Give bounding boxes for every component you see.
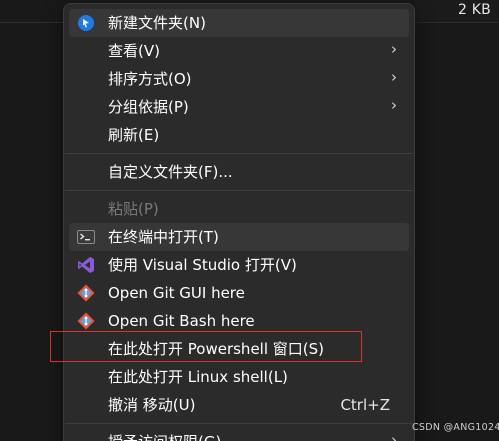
terminal-icon [77, 228, 95, 246]
menu-item-label: Open Git Bash here [108, 312, 255, 330]
menu-item-customize-folder[interactable]: 自定义文件夹(F)... [69, 158, 409, 186]
menu-item-label: 粘贴(P) [108, 200, 159, 218]
annotation-highlight-box [50, 331, 362, 362]
chevron-right-icon: › [391, 68, 397, 86]
chevron-right-icon: › [391, 431, 397, 441]
menu-item-label: Open Git GUI here [108, 284, 245, 302]
new-folder-icon [77, 14, 95, 32]
divider [0, 22, 64, 23]
menu-item-open-linux-shell[interactable]: 在此处打开 Linux shell(L) [69, 363, 409, 391]
menu-item-open-in-terminal[interactable]: 在终端中打开(T) [69, 223, 409, 251]
menu-item-label: 在此处打开 Linux shell(L) [108, 368, 288, 386]
menu-item-label: 分组依据(P) [108, 98, 189, 116]
menu-item-new-folder[interactable]: 新建文件夹(N) [69, 9, 409, 37]
git-icon [77, 312, 95, 330]
desktop-screen: 2 KB 新建文件夹(N) 查看(V) › 排序方式(O) › 分组依据(P) [0, 0, 499, 441]
menu-item-label: 查看(V) [108, 42, 160, 60]
menu-item-label: 刷新(E) [108, 126, 160, 144]
menu-item-undo-move[interactable]: 撤消 移动(U) Ctrl+Z [69, 391, 409, 419]
menu-separator [65, 190, 413, 191]
menu-item-sort-by[interactable]: 排序方式(O) › [69, 65, 409, 93]
shortcut-text: Ctrl+Z [340, 396, 390, 414]
menu-item-label: 授予访问权限(G) [108, 432, 221, 441]
chevron-right-icon: › [391, 40, 397, 58]
file-size: 2 KB [458, 2, 491, 18]
menu-item-open-visual-studio[interactable]: 使用 Visual Studio 打开(V) [69, 251, 409, 279]
menu-item-open-git-gui[interactable]: Open Git GUI here [69, 279, 409, 307]
menu-item-label: 自定义文件夹(F)... [108, 163, 233, 181]
git-icon [77, 284, 95, 302]
menu-item-give-access[interactable]: 授予访问权限(G) › [69, 428, 409, 441]
menu-item-paste: 粘贴(P) [69, 195, 409, 223]
menu-item-group-by[interactable]: 分组依据(P) › [69, 93, 409, 121]
menu-item-label: 排序方式(O) [108, 70, 192, 88]
visual-studio-icon [77, 256, 95, 274]
menu-item-label: 撤消 移动(U) [108, 396, 196, 414]
watermark: CSDN @ANG1024 [412, 422, 499, 433]
menu-separator [65, 153, 413, 154]
chevron-right-icon: › [391, 96, 397, 114]
context-menu: 新建文件夹(N) 查看(V) › 排序方式(O) › 分组依据(P) › 刷新(… [63, 3, 415, 441]
menu-item-refresh[interactable]: 刷新(E) [69, 121, 409, 149]
menu-item-label: 新建文件夹(N) [108, 14, 206, 32]
menu-separator [65, 423, 413, 424]
menu-item-label: 使用 Visual Studio 打开(V) [108, 256, 297, 274]
menu-item-view[interactable]: 查看(V) › [69, 37, 409, 65]
menu-item-label: 在终端中打开(T) [108, 228, 219, 246]
file-list-row[interactable]: 2 KB [415, 0, 499, 23]
